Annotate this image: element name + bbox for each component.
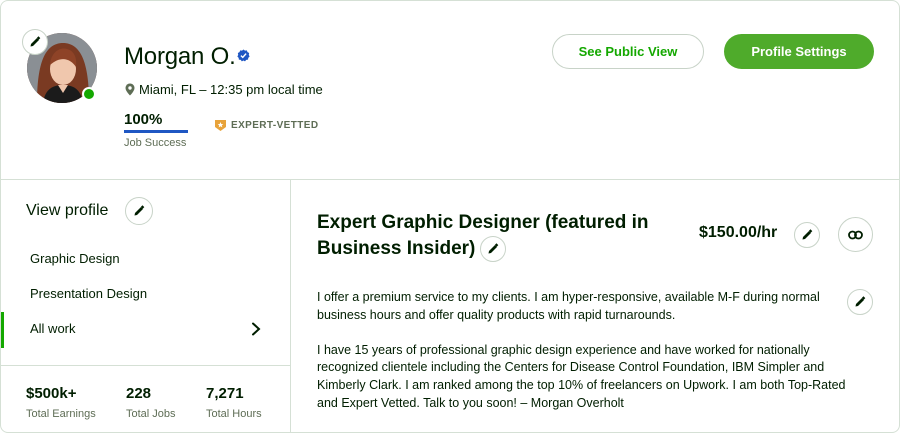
- total-jobs-label: Total Jobs: [126, 408, 176, 420]
- expert-vetted-icon: [215, 120, 226, 131]
- link-icon: [848, 230, 863, 239]
- hourly-rate: $150.00/hr: [699, 224, 778, 241]
- view-profile-title: View profile: [26, 202, 109, 219]
- edit-photo-button[interactable]: [22, 29, 48, 55]
- pencil-icon: [30, 36, 41, 47]
- main-panel: Expert Graphic Designer (featured in Bus…: [291, 180, 899, 432]
- job-success-label: Job Success: [124, 137, 187, 149]
- specialization-graphic-design[interactable]: Graphic Design: [30, 251, 120, 266]
- job-success-score: 100%: [124, 111, 163, 128]
- online-status-dot: [82, 87, 96, 101]
- job-success-bar-fill: [124, 130, 188, 133]
- profile-title-line-1: Expert Graphic Designer (featured in: [317, 212, 649, 233]
- job-success-bar: [124, 130, 188, 133]
- total-jobs-value: 228: [126, 385, 152, 402]
- description-paragraph-1: I offer a premium service to my clients.…: [317, 290, 820, 322]
- description-paragraph-2: I have 15 years of professional graphic …: [317, 342, 846, 410]
- total-hours-label: Total Hours: [206, 408, 262, 420]
- edit-description-button[interactable]: [847, 289, 873, 315]
- profile-name: Morgan O.: [124, 43, 236, 70]
- pencil-icon: [802, 229, 813, 240]
- profile-card: Morgan O. Miami, FL – 12:35 pm local tim…: [0, 0, 900, 433]
- location-pin-icon: [125, 83, 135, 96]
- pencil-icon: [855, 296, 866, 307]
- chevron-right-icon[interactable]: [251, 322, 261, 336]
- edit-specializations-button[interactable]: [125, 197, 153, 225]
- badge-label: EXPERT-VETTED: [231, 120, 319, 131]
- divider: [1, 365, 291, 366]
- pencil-icon: [488, 243, 499, 254]
- total-earnings-label: Total Earnings: [26, 408, 96, 420]
- specialization-presentation-design[interactable]: Presentation Design: [30, 286, 147, 301]
- location-line: Miami, FL – 12:35 pm local time: [125, 82, 323, 97]
- profile-description: I offer a premium service to my clients.…: [317, 289, 847, 412]
- copy-link-button[interactable]: [838, 217, 873, 252]
- edit-rate-button[interactable]: [794, 222, 820, 248]
- total-hours-value: 7,271: [206, 385, 244, 402]
- left-sidebar: View profile Graphic Design Presentation…: [1, 180, 291, 432]
- total-earnings-value: $500k+: [26, 385, 77, 402]
- active-indicator: [1, 312, 4, 348]
- profile-settings-button[interactable]: Profile Settings: [724, 34, 874, 69]
- edit-title-button[interactable]: [480, 236, 506, 262]
- expert-vetted-badge[interactable]: EXPERT-VETTED: [214, 119, 318, 132]
- location-text: Miami, FL – 12:35 pm local time: [139, 82, 323, 97]
- see-public-view-button[interactable]: See Public View: [552, 34, 704, 69]
- pencil-icon: [134, 205, 145, 216]
- specialization-all-work[interactable]: All work: [30, 321, 76, 336]
- profile-header: Morgan O. Miami, FL – 12:35 pm local tim…: [1, 1, 899, 180]
- verified-badge-icon: [237, 49, 250, 62]
